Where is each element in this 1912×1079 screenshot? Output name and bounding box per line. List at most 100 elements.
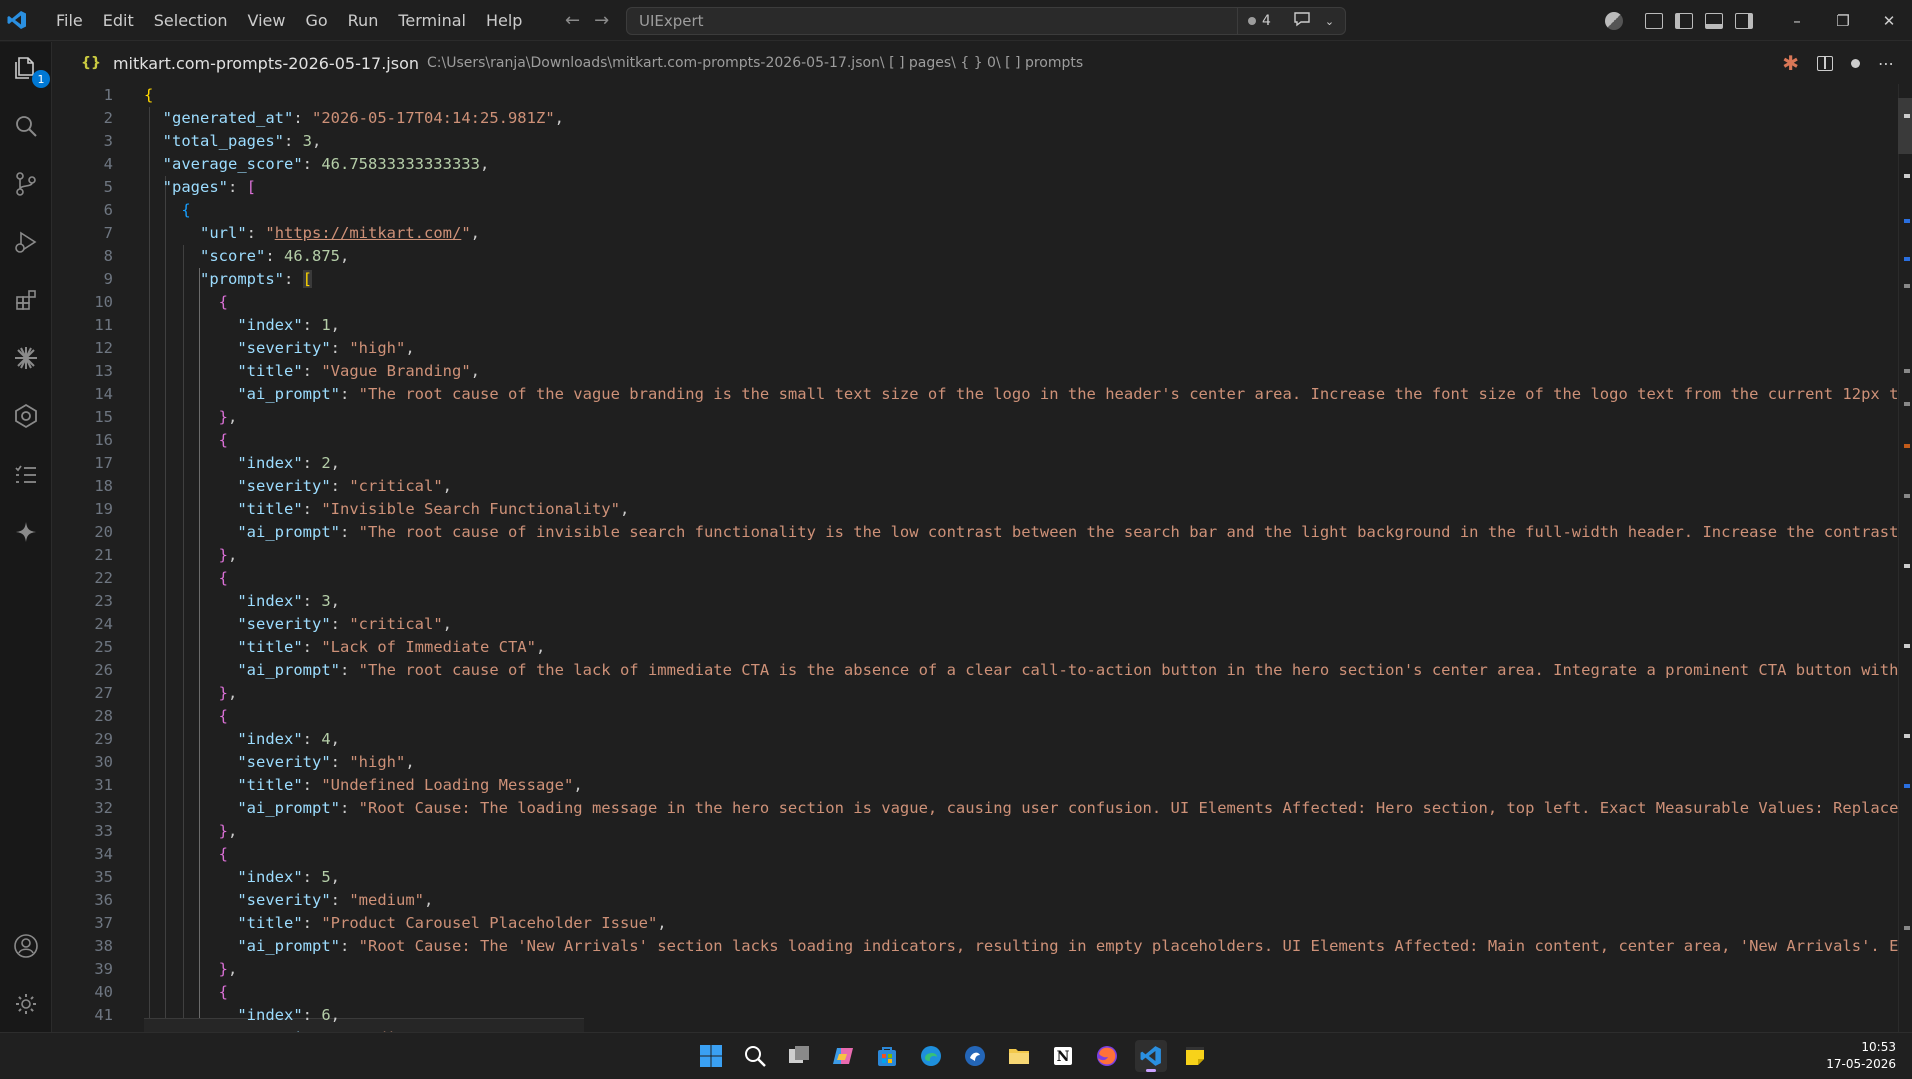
copilot-app-icon[interactable] <box>827 1040 859 1072</box>
line-number: 32 <box>94 799 113 817</box>
prompt-severity: critical <box>358 615 434 633</box>
code-line: "total_pages": 3, <box>162 132 322 150</box>
prompt-title: Invisible Search Functionality <box>330 500 611 518</box>
forward-arrow-icon[interactable]: → <box>594 10 609 31</box>
line-number: 17 <box>94 454 113 472</box>
scrollbar-thumb[interactable] <box>1898 98 1912 154</box>
system-clock[interactable]: 10:53 17-05-2026 <box>1826 1039 1896 1073</box>
prompt-title: Product Carousel Placeholder Issue <box>330 914 648 932</box>
prompt-severity: medium <box>358 891 415 909</box>
settings-gear-icon[interactable] <box>10 988 42 1020</box>
line-number: 8 <box>103 247 113 265</box>
chevron-down-icon[interactable]: ⌄ <box>1325 15 1334 28</box>
json-file-icon: {} <box>81 55 101 71</box>
firefox-icon[interactable] <box>1091 1040 1123 1072</box>
command-center-label: UIExpert <box>639 12 704 30</box>
line-number: 19 <box>94 500 113 518</box>
task-list-icon[interactable] <box>10 458 42 490</box>
menu-edit[interactable]: Edit <box>93 0 144 41</box>
notion-icon[interactable]: N <box>1047 1040 1079 1072</box>
run-debug-icon[interactable] <box>10 226 42 258</box>
split-editor-icon[interactable] <box>1817 55 1833 71</box>
back-arrow-icon[interactable]: ← <box>565 10 580 31</box>
explorer-icon[interactable]: 1 <box>10 52 50 88</box>
chat-icon[interactable] <box>1293 11 1311 31</box>
line-number: 26 <box>94 661 113 679</box>
line-number: 7 <box>103 224 113 242</box>
prompt-index: 2 <box>321 454 331 472</box>
activity-bar: 1 <box>0 42 52 1032</box>
search-icon[interactable] <box>10 110 42 142</box>
taskbar-search-icon[interactable] <box>739 1040 771 1072</box>
app-bird-icon[interactable] <box>959 1040 991 1072</box>
prompt-ai-text: The root cause of the lack of immediate … <box>368 661 1912 679</box>
line-number: 28 <box>94 707 113 725</box>
toggle-secondary-sidebar-icon[interactable] <box>1735 12 1753 29</box>
claude-asterisk-icon[interactable]: ✱ <box>1782 51 1799 75</box>
code-line: "generated_at": "2026-05-17T04:14:25.981… <box>162 109 564 127</box>
svg-text:N: N <box>1057 1049 1070 1065</box>
prompt-ai-text: The root cause of the vague branding is … <box>368 385 1912 403</box>
line-number: 31 <box>94 776 113 794</box>
menu-terminal[interactable]: Terminal <box>388 0 476 41</box>
prompt-index: 1 <box>321 316 331 334</box>
menu-go[interactable]: Go <box>295 0 337 41</box>
line-number: 27 <box>94 684 113 702</box>
toggle-primary-sidebar-icon[interactable] <box>1675 12 1693 29</box>
generated-at-value: 2026-05-17T04:14:25.981Z <box>321 109 546 127</box>
sparkle-icon[interactable] <box>10 516 42 548</box>
remote-explorer-icon[interactable] <box>10 400 42 432</box>
line-number: 4 <box>103 155 113 173</box>
asterisk-extension-icon[interactable] <box>10 342 42 374</box>
line-number: 13 <box>94 362 113 380</box>
task-view-icon[interactable] <box>783 1040 815 1072</box>
vscode-taskbar-icon[interactable] <box>1135 1040 1167 1072</box>
prompt-severity: high <box>358 339 396 357</box>
clock-time: 10:53 <box>1861 1040 1896 1054</box>
clock-date: 17-05-2026 <box>1826 1057 1896 1071</box>
line-number: 39 <box>94 960 113 978</box>
toggle-panel-icon[interactable] <box>1705 12 1723 29</box>
file-explorer-icon[interactable] <box>1003 1040 1035 1072</box>
code-line: "url": "https://mitkart.com/", <box>200 224 481 242</box>
line-number: 22 <box>94 569 113 587</box>
average-score-value: 46.75833333333333 <box>321 155 480 173</box>
accounts-icon[interactable] <box>10 930 42 962</box>
code-line: "prompts": [ <box>200 270 313 288</box>
close-icon[interactable]: ✕ <box>1866 12 1912 30</box>
url-link[interactable]: https://mitkart.com/ <box>275 224 462 242</box>
code-line: "score": 46.875, <box>200 247 350 265</box>
line-number: 20 <box>94 523 113 541</box>
prompt-title: Undefined Loading Message <box>330 776 564 794</box>
prompt-title: Vague Branding <box>330 362 462 380</box>
restore-icon[interactable]: ❐ <box>1820 12 1866 30</box>
copilot-icon[interactable] <box>1605 11 1623 30</box>
menu-file[interactable]: File <box>46 0 93 41</box>
line-number: 2 <box>103 109 113 127</box>
menu-selection[interactable]: Selection <box>144 0 238 41</box>
start-windows-icon[interactable] <box>695 1040 727 1072</box>
menu-help[interactable]: Help <box>476 0 532 41</box>
microsoft-store-icon[interactable] <box>871 1040 903 1072</box>
menu-run[interactable]: Run <box>338 0 389 41</box>
file-name[interactable]: mitkart.com-prompts-2026-05-17.json <box>113 54 419 73</box>
extensions-icon[interactable] <box>10 284 42 316</box>
code-editor[interactable]: 1 { 2 "generated_at": "2026-05-17T04:14:2… <box>53 84 1912 1032</box>
prompt-ai-text: Root Cause: The 'New Arrivals' section l… <box>368 937 1912 955</box>
more-actions-icon[interactable]: ⋯ <box>1878 54 1894 73</box>
editor-scrollbar[interactable] <box>1898 84 1912 1032</box>
prompt-ai-text: Root Cause: The loading message in the h… <box>368 799 1912 817</box>
edge-browser-icon[interactable] <box>915 1040 947 1072</box>
customize-layout-icon[interactable] <box>1645 12 1663 29</box>
minimize-icon[interactable]: – <box>1774 12 1820 30</box>
sticky-notes-icon[interactable] <box>1179 1040 1211 1072</box>
menu-view[interactable]: View <box>238 0 296 41</box>
line-number: 29 <box>94 730 113 748</box>
code-line: { <box>181 201 191 219</box>
prompt-title: Lack of Immediate CTA <box>330 638 527 656</box>
unsaved-dot-icon[interactable] <box>1851 58 1860 68</box>
source-control-icon[interactable] <box>10 168 42 200</box>
changes-dot-icon <box>1248 17 1256 25</box>
file-path[interactable]: C:\Users\ranja\Downloads\mitkart.com-pro… <box>427 55 1083 71</box>
line-number: 15 <box>94 408 113 426</box>
